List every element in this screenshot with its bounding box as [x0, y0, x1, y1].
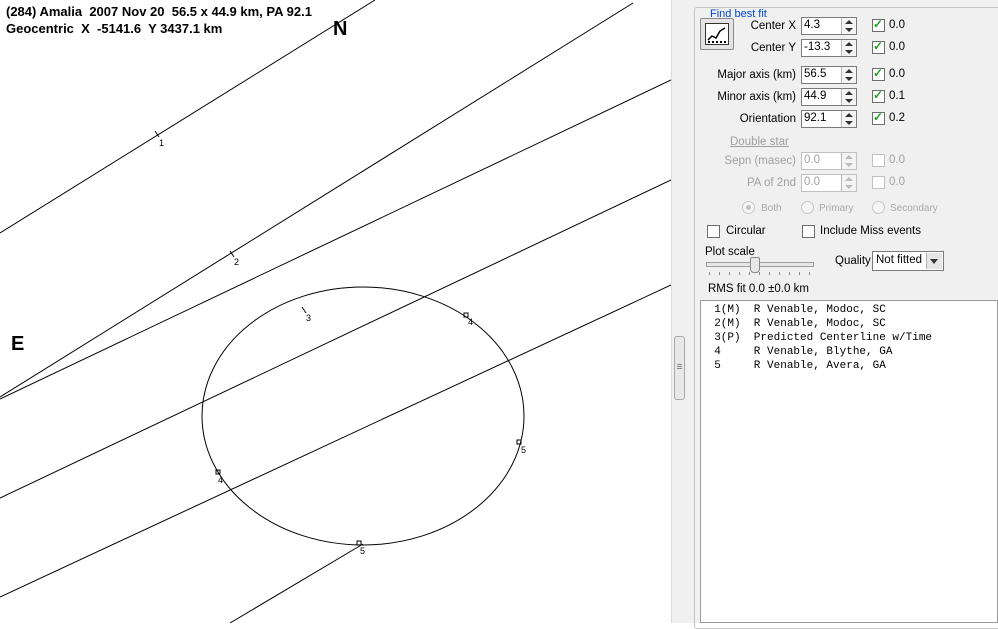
center-x-input[interactable]: 4.3	[801, 17, 857, 35]
occultation-plot[interactable]: 1 2 3 4 4 5 5 (284) Amalia 2007 Nov 20 5…	[0, 0, 671, 623]
major-axis-uncertainty: 0.0	[889, 68, 905, 80]
list-item[interactable]: 5 R Venable, Avera, GA	[701, 360, 886, 372]
orientation-label: Orientation	[739, 113, 796, 125]
sepn-checkbox[interactable]	[872, 154, 885, 167]
center-x-value: 4.3	[804, 19, 820, 31]
orientation-checkbox[interactable]	[872, 110, 885, 125]
list-item[interactable]: 4 R Venable, Blythe, GA	[701, 346, 892, 358]
plot-scale-label: Plot scale	[705, 246, 755, 258]
radio-both-label: Both	[761, 203, 782, 214]
orientation-value: 92.1	[804, 112, 827, 124]
chord-label-4-start: 4	[218, 475, 223, 485]
orientation-spinner[interactable]	[841, 111, 856, 127]
slider-tick	[749, 272, 750, 275]
slider-tick	[739, 272, 740, 275]
include-miss-checkbox[interactable]	[802, 225, 815, 238]
minor-axis-input[interactable]: 44.9	[801, 88, 857, 106]
radio-both[interactable]	[742, 201, 755, 214]
plot-scale-track[interactable]	[706, 262, 814, 267]
slider-tick	[729, 272, 730, 275]
list-item[interactable]: 2(M) R Venable, Modoc, SC	[701, 318, 886, 330]
event-title: (284) Amalia 2007 Nov 20 56.5 x 44.9 km,…	[6, 4, 312, 19]
slider-tick	[799, 272, 800, 275]
major-axis-checkbox[interactable]	[872, 66, 885, 81]
double-star-heading: Double star	[730, 136, 789, 148]
slider-tick	[709, 272, 710, 275]
chord-line-5	[0, 284, 671, 598]
radio-primary[interactable]	[801, 201, 814, 214]
circular-checkbox[interactable]	[707, 225, 720, 238]
center-x-label: Center X	[750, 20, 796, 32]
chord-line-4	[0, 179, 671, 499]
major-axis-label: Major axis (km)	[717, 69, 796, 81]
center-y-input[interactable]: -13.3	[801, 39, 857, 57]
events-list[interactable]: 1(M) R Venable, Modoc, SC 2(M) R Venable…	[700, 300, 998, 623]
list-item[interactable]: 1(M) R Venable, Modoc, SC	[701, 304, 886, 316]
center-y-spinner[interactable]	[841, 40, 856, 56]
chord-label-2: 2	[234, 257, 239, 267]
radio-secondary[interactable]	[872, 201, 885, 214]
chord-marker-5-start	[356, 540, 362, 546]
pa-second-input[interactable]: 0.0	[801, 174, 857, 192]
chord-line-2	[0, 2, 634, 398]
north-label: N	[333, 18, 348, 40]
slider-tick	[809, 272, 810, 275]
chord-label-4-end: 4	[468, 317, 473, 327]
chord-line-6	[229, 543, 364, 623]
sepn-uncertainty: 0.0	[889, 154, 905, 166]
center-y-label: Center Y	[750, 42, 796, 54]
slider-tick	[779, 272, 780, 275]
sepn-value: 0.0	[804, 154, 820, 166]
profile-canvas: 1 2 3 4 4 5 5	[0, 0, 671, 623]
major-axis-value: 56.5	[804, 68, 827, 80]
orientation-input[interactable]: 92.1	[801, 110, 857, 128]
list-item[interactable]: 3(P) Predicted Centerline w/Time	[701, 332, 932, 344]
pa-second-value: 0.0	[804, 176, 820, 188]
pa-second-label: PA of 2nd	[746, 177, 796, 189]
minor-axis-label: Minor axis (km)	[717, 91, 796, 103]
slider-tick	[719, 272, 720, 275]
minor-axis-checkbox[interactable]	[872, 88, 885, 103]
vertical-scrollbar[interactable]	[671, 0, 687, 623]
quality-value: Not fitted	[876, 254, 923, 266]
quality-label: Quality	[835, 255, 871, 267]
scrollbar-thumb[interactable]	[674, 336, 685, 400]
geocentric-coordinates: Geocentric X -5141.6 Y 3437.1 km	[6, 21, 223, 36]
minor-axis-spinner[interactable]	[841, 89, 856, 105]
sepn-label: Sepn (masec)	[724, 155, 796, 167]
pa-second-uncertainty: 0.0	[889, 176, 905, 188]
minor-axis-value: 44.9	[804, 90, 827, 102]
center-y-value: -13.3	[804, 41, 831, 53]
center-x-spinner[interactable]	[841, 18, 856, 34]
minor-axis-uncertainty: 0.1	[889, 90, 905, 102]
radio-primary-label: Primary	[819, 203, 854, 214]
circular-label: Circular	[726, 225, 766, 237]
quality-dropdown[interactable]: Not fitted	[872, 251, 944, 271]
center-y-uncertainty: 0.0	[889, 41, 905, 53]
radio-secondary-label: Secondary	[890, 203, 938, 214]
chord-label-5-start: 5	[360, 546, 365, 556]
east-label: E	[11, 333, 25, 355]
major-axis-spinner[interactable]	[841, 67, 856, 83]
rms-fit-text: RMS fit 0.0 ±0.0 km	[708, 283, 809, 295]
slider-tick	[759, 272, 760, 275]
chord-label-3: 3	[306, 313, 311, 323]
pa-second-spinner[interactable]	[841, 175, 856, 191]
center-y-checkbox[interactable]	[872, 39, 885, 54]
sepn-input[interactable]: 0.0	[801, 152, 857, 170]
center-x-checkbox[interactable]	[872, 17, 885, 32]
include-miss-label: Include Miss events	[820, 225, 921, 237]
chord-line-3	[0, 79, 671, 400]
pa-second-checkbox[interactable]	[872, 176, 885, 189]
center-x-uncertainty: 0.0	[889, 19, 905, 31]
slider-tick	[789, 272, 790, 275]
chord-label-1: 1	[159, 138, 164, 148]
sepn-spinner[interactable]	[841, 153, 856, 169]
plot-scale-slider[interactable]	[750, 257, 760, 273]
orientation-uncertainty: 0.2	[889, 112, 905, 124]
chord-label-5-end: 5	[521, 445, 526, 455]
chevron-down-icon[interactable]	[926, 253, 942, 269]
slider-tick	[769, 272, 770, 275]
major-axis-input[interactable]: 56.5	[801, 66, 857, 84]
